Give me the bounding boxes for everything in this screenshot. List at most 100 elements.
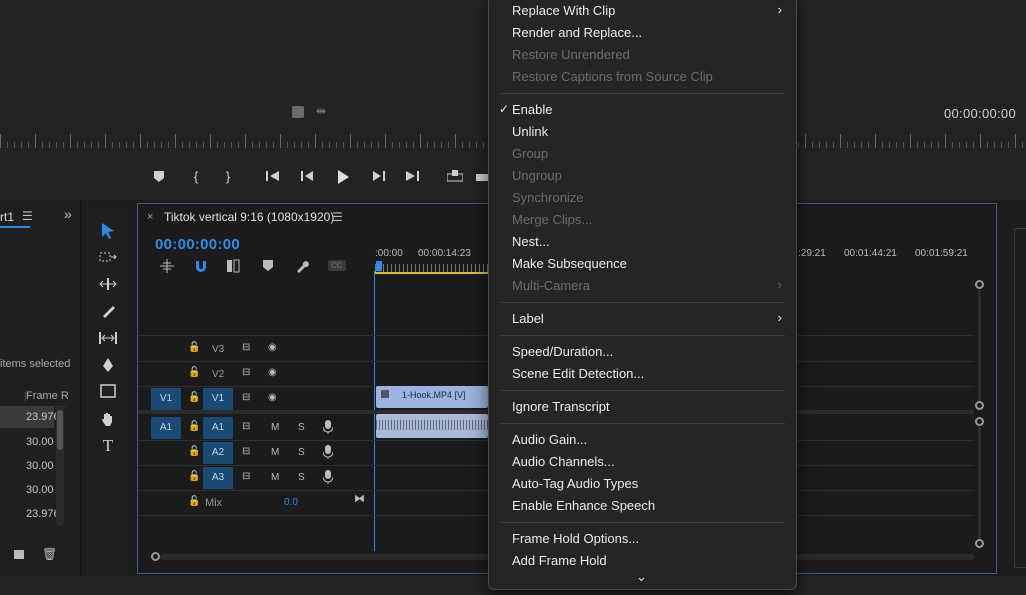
razor-tool-icon[interactable] — [96, 301, 120, 323]
go-to-out-icon[interactable] — [401, 166, 423, 188]
menu-item-unlink[interactable]: Unlink — [512, 124, 548, 140]
add-marker-icon[interactable] — [263, 260, 273, 275]
menu-item-enable-enhance-speech[interactable]: Enable Enhance Speech — [512, 498, 655, 514]
sync-lock-icon[interactable]: ⊟ — [242, 342, 250, 353]
menu-item-ignore-transcript[interactable]: Ignore Transcript — [512, 399, 610, 415]
menu-item-label[interactable]: Label — [512, 311, 544, 327]
monitor-timecode[interactable]: 00:00:00:00 — [944, 106, 1016, 121]
lock-icon[interactable]: 🔓 — [188, 496, 200, 507]
audio-zoom-handle[interactable] — [975, 417, 984, 426]
frame-rate-column-header[interactable]: Frame R — [25, 390, 69, 402]
menu-item-add-frame-hold[interactable]: Add Frame Hold — [512, 553, 607, 569]
menu-item-enable[interactable]: Enable — [512, 102, 552, 118]
menu-item-render-and-replace[interactable]: Render and Replace... — [512, 25, 642, 41]
microphone-icon[interactable] — [322, 420, 334, 437]
step-back-icon[interactable] — [297, 166, 319, 188]
source-patch-v1[interactable]: V1 — [151, 388, 181, 410]
menu-item-frame-hold-options[interactable]: Frame Hold Options... — [512, 531, 639, 547]
play-icon[interactable] — [332, 166, 354, 188]
step-forward-icon[interactable] — [367, 166, 389, 188]
work-area-bar[interactable] — [375, 272, 488, 274]
sync-lock-icon[interactable]: ⊟ — [242, 446, 250, 457]
slip-tool-icon[interactable] — [96, 328, 120, 350]
lock-icon[interactable]: 🔓 — [188, 392, 200, 403]
selection-tool-icon[interactable] — [96, 220, 120, 242]
close-icon[interactable]: × — [147, 211, 153, 223]
overwrite-icon[interactable] — [476, 166, 488, 188]
captions-icon[interactable]: CC — [328, 260, 346, 271]
rectangle-tool-icon[interactable] — [96, 382, 120, 404]
video-clip[interactable]: 1-Hook.MP4 [V] — [376, 386, 488, 408]
trash-icon[interactable]: 🗑 — [42, 547, 57, 561]
ripple-edit-tool-icon[interactable] — [96, 274, 120, 296]
solo-button[interactable]: S — [298, 422, 305, 433]
sync-lock-icon[interactable]: ⊟ — [242, 421, 250, 432]
eye-icon[interactable]: ◉ — [268, 342, 277, 353]
menu-item-restore-unrendered[interactable]: Restore Unrendered — [512, 47, 630, 63]
project-tab[interactable]: rt1 — [0, 210, 14, 224]
menu-item-synchronize[interactable]: Synchronize — [512, 190, 584, 206]
menu-item-speed-duration[interactable]: Speed/Duration... — [512, 344, 613, 360]
sequence-tab-title[interactable]: Tiktok vertical 9:16 (1080x1920) — [164, 210, 334, 224]
hand-tool-icon[interactable] — [96, 409, 120, 431]
menu-item-merge-clips[interactable]: Merge Clips... — [512, 212, 592, 228]
panel-menu-icon[interactable]: ☰ — [332, 210, 343, 224]
sync-lock-icon[interactable]: ⊟ — [242, 392, 250, 403]
mute-button[interactable]: M — [271, 472, 279, 483]
sync-lock-icon[interactable]: ⊟ — [242, 367, 250, 378]
sync-lock-icon[interactable]: ⊟ — [242, 471, 250, 482]
menu-item-scene-edit-detection[interactable]: Scene Edit Detection... — [512, 366, 644, 382]
expand-panels-icon[interactable]: » — [64, 206, 72, 222]
lock-icon[interactable]: 🔓 — [188, 471, 200, 482]
video-track-scrollbar[interactable] — [978, 290, 981, 402]
menu-item-audio-gain[interactable]: Audio Gain... — [512, 432, 587, 448]
wrench-icon[interactable] — [295, 259, 309, 276]
go-to-in-icon[interactable] — [262, 166, 284, 188]
video-zoom-handle[interactable] — [975, 280, 984, 289]
mark-out-icon[interactable]: } — [217, 166, 239, 188]
menu-item-audio-channels[interactable]: Audio Channels... — [512, 454, 615, 470]
pen-tool-icon[interactable] — [96, 355, 120, 377]
audio-zoom-handle[interactable] — [975, 539, 984, 548]
lock-icon[interactable]: 🔓 — [188, 446, 200, 457]
zoom-scroll-handle-left[interactable] — [151, 552, 160, 561]
menu-item-make-subsequence[interactable]: Make Subsequence — [512, 256, 627, 272]
lock-icon[interactable]: 🔓 — [188, 342, 200, 353]
new-bin-icon[interactable] — [14, 550, 24, 559]
eye-icon[interactable]: ◉ — [268, 392, 277, 403]
snap-icon[interactable] — [194, 259, 208, 276]
video-zoom-handle[interactable] — [975, 401, 984, 410]
track-label-a2[interactable]: A2 — [203, 442, 233, 464]
playhead-handle[interactable] — [376, 261, 382, 271]
mark-in-icon[interactable]: { — [185, 166, 207, 188]
lock-icon[interactable]: 🔓 — [188, 421, 200, 432]
track-label-a3[interactable]: A3 — [203, 467, 233, 489]
track-label-a1[interactable]: A1 — [203, 417, 233, 439]
panel-menu-icon[interactable]: ☰ — [22, 209, 33, 223]
track-label-v1[interactable]: V1 — [203, 388, 233, 410]
menu-item-auto-tag-audio-types[interactable]: Auto-Tag Audio Types — [512, 476, 638, 492]
type-tool-icon[interactable]: T — [96, 436, 120, 458]
menu-item-multi-camera[interactable]: Multi-Camera — [512, 278, 590, 294]
track-label-v3[interactable]: V3 — [212, 344, 224, 368]
menu-item-restore-captions[interactable]: Restore Captions from Source Clip — [512, 69, 713, 85]
solo-button[interactable]: S — [298, 472, 305, 483]
mute-button[interactable]: M — [271, 447, 279, 458]
go-to-out-icon[interactable]: ⧓ — [354, 492, 365, 505]
audio-clip[interactable] — [376, 414, 488, 438]
nest-toggle-icon[interactable] — [160, 259, 174, 276]
menu-item-nest[interactable]: Nest... — [512, 234, 550, 250]
eye-icon[interactable]: ◉ — [268, 367, 277, 378]
insert-icon[interactable] — [444, 166, 466, 188]
menu-item-ungroup[interactable]: Ungroup — [512, 168, 562, 184]
safe-margins-icon[interactable] — [292, 106, 304, 118]
scrollbar[interactable] — [56, 406, 64, 526]
mix-volume-value[interactable]: 0.0 — [284, 497, 298, 521]
track-select-tool-icon[interactable] — [96, 247, 120, 269]
mute-button[interactable]: M — [271, 422, 279, 433]
microphone-icon[interactable] — [322, 470, 334, 487]
add-marker-icon[interactable] — [148, 166, 170, 188]
menu-item-replace-with-clip[interactable]: Replace With Clip — [512, 3, 615, 19]
audio-track-scrollbar[interactable] — [978, 427, 981, 539]
menu-item-group[interactable]: Group — [512, 146, 548, 162]
